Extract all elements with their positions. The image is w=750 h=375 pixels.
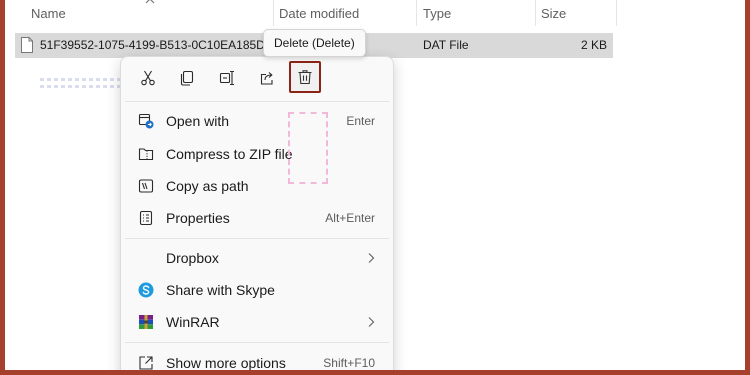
properties-icon (139, 210, 153, 226)
menu-item-shortcut: Shift+F10 (323, 356, 375, 370)
menu-item-compress-zip[interactable]: Compress to ZIP file (125, 139, 389, 169)
column-name[interactable]: Name (31, 0, 66, 28)
rename-icon (219, 70, 234, 86)
scissors-icon (141, 70, 155, 86)
column-separator[interactable] (273, 0, 274, 26)
menu-item-share-skype[interactable]: Share with Skype (125, 275, 389, 305)
menu-item-label: Compress to ZIP file (166, 146, 293, 162)
menu-item-shortcut: Alt+Enter (325, 211, 375, 225)
menu-item-dropbox[interactable]: Dropbox (125, 243, 389, 273)
zip-icon (138, 148, 154, 161)
menu-item-label: Open with (166, 113, 230, 129)
menu-item-label: Share with Skype (166, 282, 275, 298)
column-size[interactable]: Size (541, 0, 566, 28)
menu-item-label: Dropbox (166, 250, 219, 266)
sort-chevron-icon[interactable] (144, 0, 156, 6)
column-header: Name Date modified Type Size (5, 0, 745, 30)
share-button[interactable] (252, 63, 282, 93)
delete-button[interactable] (289, 61, 321, 93)
column-type[interactable]: Type (423, 0, 451, 28)
delete-tooltip: Delete (Delete) (263, 29, 366, 57)
menu-item-winrar[interactable]: WinRAR (125, 307, 389, 337)
column-date-modified[interactable]: Date modified (279, 0, 359, 28)
more-options-icon (139, 356, 153, 370)
menu-item-label: Show more options (166, 355, 286, 370)
cut-button[interactable] (133, 63, 163, 93)
menu-item-label: Properties (166, 210, 230, 226)
copy-icon (180, 70, 194, 86)
menu-item-open-with[interactable]: Open with Enter (125, 106, 389, 136)
menu-item-label: Copy as path (166, 178, 249, 194)
menu-item-show-more-options[interactable]: Show more options Shift+F10 (125, 348, 389, 370)
file-size: 2 KB (580, 38, 607, 52)
column-separator[interactable] (616, 0, 617, 26)
winrar-icon (139, 315, 153, 329)
menu-item-copy-as-path[interactable]: Copy as path (125, 171, 389, 201)
rename-button[interactable] (212, 63, 242, 93)
explorer-window: Name Date modified Type Size 51F39552-10… (5, 0, 745, 370)
share-icon (260, 72, 273, 85)
menu-item-label: WinRAR (166, 314, 220, 330)
skype-icon (138, 282, 154, 298)
menu-separator (125, 342, 389, 343)
column-separator[interactable] (416, 0, 417, 26)
menu-item-properties[interactable]: Properties Alt+Enter (125, 203, 389, 233)
copy-button[interactable] (172, 63, 202, 93)
chevron-right-icon (368, 317, 375, 327)
menu-separator (125, 238, 389, 239)
trash-icon (298, 70, 312, 85)
file-name[interactable]: 51F39552-1075-4199-B513-0C10EA185DB... (40, 33, 283, 58)
copy-path-icon (138, 179, 154, 193)
open-with-icon (138, 113, 154, 129)
file-type: DAT File (423, 38, 469, 52)
file-icon (21, 37, 33, 53)
context-menu-toolbar (121, 57, 393, 101)
menu-separator (125, 101, 389, 102)
menu-item-shortcut: Enter (346, 114, 375, 128)
chevron-right-icon (368, 253, 375, 263)
context-menu: Open with Enter Compress to ZIP file Cop… (120, 56, 394, 370)
column-separator[interactable] (535, 0, 536, 26)
